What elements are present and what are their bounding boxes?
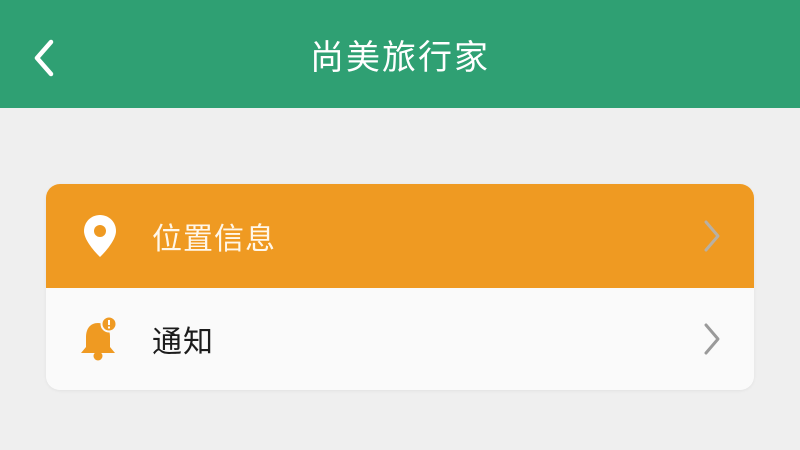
menu-item-label: 通知	[152, 325, 214, 360]
chevron-right-icon	[700, 216, 724, 256]
location-pin-icon	[78, 211, 122, 261]
notification-bell-icon	[78, 314, 122, 364]
settings-card: 位置信息 通知	[46, 184, 754, 390]
chevron-right-icon	[700, 319, 724, 359]
menu-item-location[interactable]: 位置信息	[46, 184, 754, 288]
app-header: 尚美旅行家	[0, 0, 800, 108]
menu-item-label: 位置信息	[152, 222, 276, 257]
menu-item-notifications[interactable]: 通知	[46, 288, 754, 390]
page-title: 尚美旅行家	[310, 38, 490, 78]
